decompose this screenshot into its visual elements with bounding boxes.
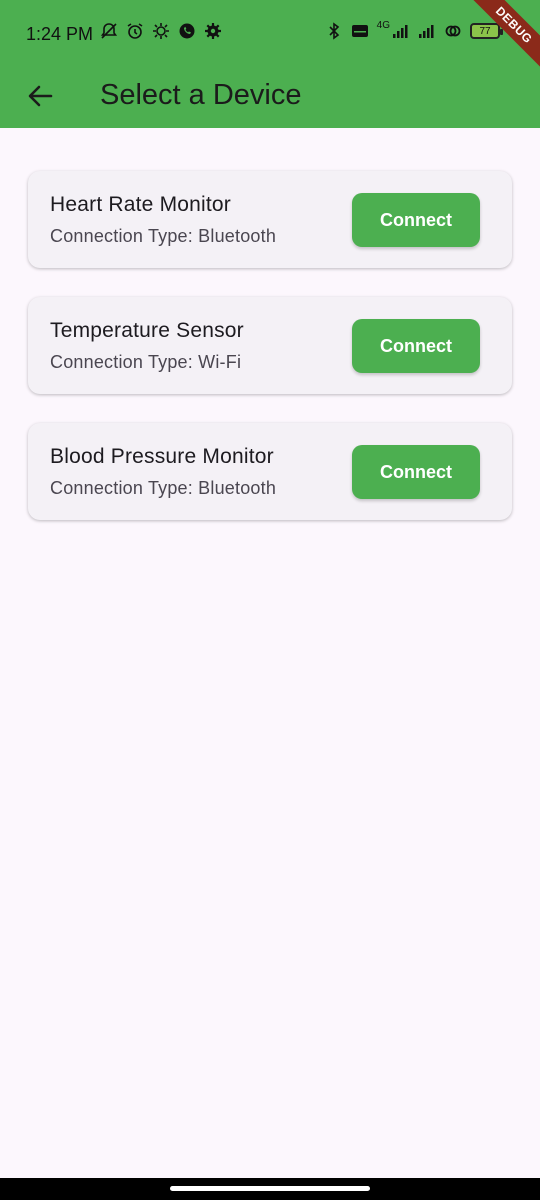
network-type-label: 4G bbox=[376, 19, 390, 31]
device-list: Heart Rate Monitor Connection Type: Blue… bbox=[28, 171, 512, 549]
status-icons-right: 4G 77 bbox=[325, 19, 503, 40]
settings-sun-icon bbox=[153, 23, 169, 39]
app-bar: Select a Device bbox=[0, 66, 540, 128]
volte-icon bbox=[351, 25, 368, 37]
device-connection-type: Connection Type: Bluetooth bbox=[50, 478, 277, 498]
home-indicator[interactable] bbox=[170, 1186, 370, 1191]
status-bar: 1:24 PM 4G 77 bbox=[0, 0, 540, 66]
connect-button[interactable]: Connect bbox=[352, 319, 480, 373]
device-card: Temperature Sensor Connection Type: Wi-F… bbox=[28, 297, 512, 394]
bluetooth-icon bbox=[329, 22, 339, 40]
device-connection-type: Connection Type: Bluetooth bbox=[50, 226, 277, 246]
status-icons-left bbox=[100, 22, 222, 40]
gear-icon bbox=[205, 23, 221, 39]
muted-bell-icon bbox=[100, 23, 118, 39]
device-connection-type: Connection Type: Wi-Fi bbox=[50, 352, 242, 372]
back-button[interactable] bbox=[18, 74, 62, 118]
system-nav-bar bbox=[0, 1178, 540, 1200]
signal-icon bbox=[393, 25, 408, 38]
battery-level: 77 bbox=[479, 25, 491, 37]
device-name: Temperature Sensor bbox=[50, 319, 244, 342]
whatsapp-icon bbox=[179, 23, 195, 39]
top-app-region: 1:24 PM 4G 77 DEBUG Select a Device bbox=[0, 0, 540, 128]
device-name: Blood Pressure Monitor bbox=[50, 445, 274, 468]
device-card: Heart Rate Monitor Connection Type: Blue… bbox=[28, 171, 512, 268]
signal-icon bbox=[419, 25, 434, 38]
battery-icon: 77 bbox=[470, 23, 503, 39]
alarm-icon bbox=[127, 23, 143, 39]
status-time: 1:24 PM bbox=[26, 24, 94, 44]
page-title: Select a Device bbox=[100, 79, 302, 111]
arrow-back-icon bbox=[28, 85, 53, 107]
connect-button[interactable]: Connect bbox=[352, 193, 480, 247]
connect-button[interactable]: Connect bbox=[352, 445, 480, 499]
device-name: Heart Rate Monitor bbox=[50, 193, 232, 216]
device-card: Blood Pressure Monitor Connection Type: … bbox=[28, 423, 512, 520]
link-icon bbox=[445, 25, 461, 37]
